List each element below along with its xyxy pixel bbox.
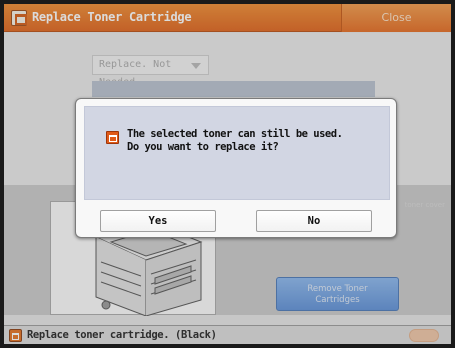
warning-icon	[106, 131, 119, 144]
dialog-message-panel: The selected toner can still be used. Do…	[84, 106, 390, 200]
yes-button[interactable]: Yes	[100, 210, 216, 232]
dialog-message-line2: Do you want to replace it?	[127, 141, 279, 153]
confirm-dialog: The selected toner can still be used. Do…	[75, 98, 397, 238]
device-screen: Replace Toner Cartridge Close Replace. N…	[4, 4, 451, 344]
dialog-message-line1: The selected toner can still be used.	[127, 128, 343, 140]
no-button[interactable]: No	[256, 210, 372, 232]
